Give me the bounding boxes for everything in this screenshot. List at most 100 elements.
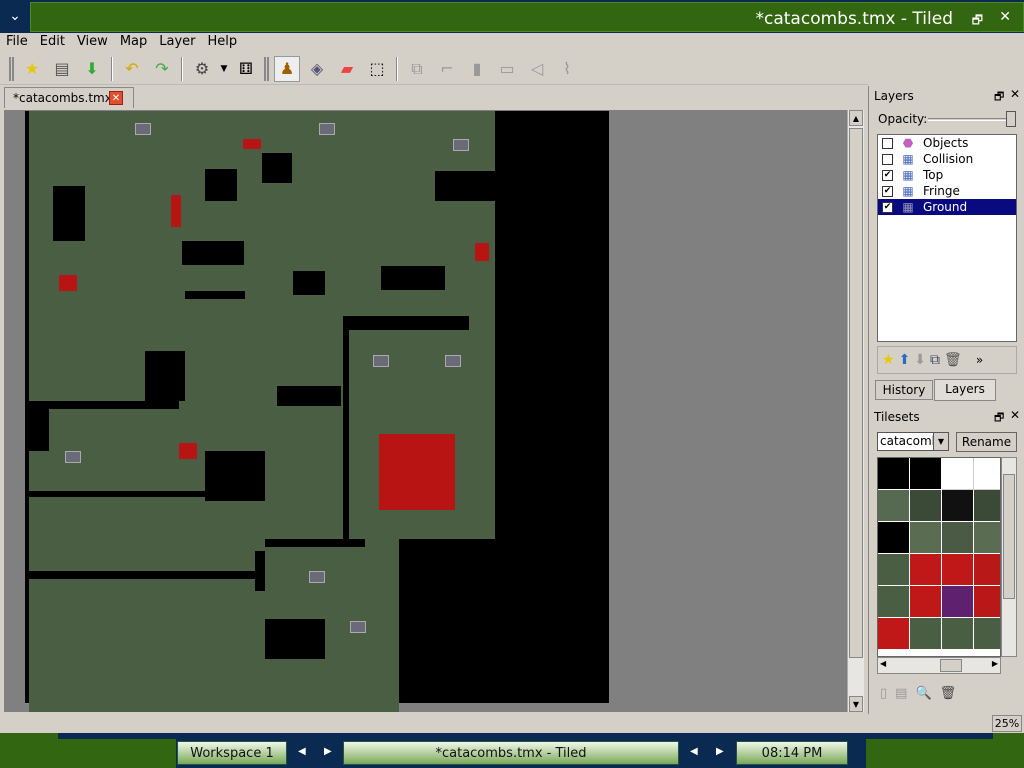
float-panel-icon[interactable]: 🗗 [994,409,1004,428]
restore-button[interactable]: 🗗 [972,11,983,32]
tab-history[interactable]: History [875,380,933,400]
tile[interactable] [974,458,1000,490]
tile[interactable] [974,586,1000,618]
tile[interactable] [942,586,974,618]
scroll-left-icon[interactable]: ◀ [880,659,886,668]
close-tab-icon[interactable]: ✕ [109,91,123,105]
open-icon[interactable]: ▤ [49,56,75,82]
tile[interactable] [878,554,910,586]
import-tileset-icon[interactable]: ▤ [895,686,907,701]
scroll-thumb[interactable] [940,659,962,672]
tile[interactable] [910,490,942,522]
tile[interactable] [910,586,942,618]
more-button[interactable]: » [976,353,983,367]
stamp-brush-icon[interactable]: ♟ [274,55,300,82]
eraser-icon[interactable]: ▰ [334,56,360,82]
tile[interactable] [942,458,974,490]
tile[interactable] [974,490,1000,522]
tileset-horizontal-scrollbar[interactable]: ◀ ▶ [877,657,1001,674]
tile[interactable] [910,618,942,650]
random-icon[interactable]: ⚅ [233,56,259,82]
layer-row-fringe[interactable]: ✔ ▦ Fringe [878,183,1016,199]
visibility-checkbox[interactable]: ✔ [882,201,893,213]
tile[interactable] [878,458,910,490]
chevron-down-icon[interactable]: ▼ [933,433,948,450]
visibility-checkbox[interactable]: ✔ [882,185,893,197]
tile[interactable] [878,618,910,650]
insert-polyline-icon[interactable]: ⌇ [554,56,580,82]
scroll-right-icon[interactable]: ▶ [992,659,998,668]
scroll-thumb[interactable] [1003,474,1015,599]
prev-task-icon[interactable]: ◀ [690,746,698,757]
commands-icon[interactable]: ⚙ [189,56,215,82]
menu-file[interactable]: File [6,33,34,53]
tile[interactable] [942,618,974,650]
opacity-slider-handle[interactable] [1006,111,1016,127]
document-tab[interactable]: *catacombs.tmx ✕ [4,87,134,108]
tile[interactable] [942,522,974,554]
new-icon[interactable]: ★ [19,56,45,82]
tile[interactable] [910,554,942,586]
select-objects-icon[interactable]: ⧉ [404,56,430,82]
tile[interactable] [910,522,942,554]
insert-rect-icon[interactable]: ▮ [464,56,490,82]
menu-layer[interactable]: Layer [159,33,201,53]
menu-map[interactable]: Map [120,33,153,53]
new-tileset-icon[interactable]: ▯ [880,686,887,701]
rect-select-icon[interactable]: ⬚ [364,56,390,82]
layer-row-ground[interactable]: ✔ ▦ Ground [878,199,1016,215]
raise-layer-icon[interactable]: ⬆ [899,352,911,368]
delete-tileset-icon[interactable]: 🗑 [940,686,957,701]
duplicate-layer-icon[interactable]: ⧉ [930,352,940,368]
menu-help[interactable]: Help [208,33,244,53]
prev-workspace-icon[interactable]: ◀ [298,746,306,757]
workspace-button[interactable]: Workspace 1 [177,741,287,765]
toolbar-grip[interactable] [264,56,269,81]
visibility-checkbox[interactable] [882,137,893,149]
insert-image-icon[interactable]: ▭ [494,56,520,82]
layer-row-top[interactable]: ✔ ▦ Top [878,167,1016,183]
map-vertical-scrollbar[interactable]: ▲ ▼ [847,110,864,712]
redo-icon[interactable]: ↷ [149,56,175,82]
tile[interactable] [974,522,1000,554]
menu-edit[interactable]: Edit [40,33,71,53]
bucket-fill-icon[interactable]: ◈ [304,56,330,82]
tab-layers[interactable]: Layers [934,379,996,401]
toolbar-grip[interactable] [9,56,14,81]
map-canvas[interactable] [4,110,847,712]
opacity-slider[interactable] [928,118,1016,121]
close-panel-icon[interactable]: ✕ [1010,87,1020,101]
tileset-properties-icon[interactable]: 🔍 [915,686,931,701]
tileset-view[interactable] [877,457,1001,657]
next-task-icon[interactable]: ▶ [716,746,724,757]
visibility-checkbox[interactable] [882,153,893,165]
add-layer-icon[interactable]: ★ [882,352,895,368]
tile[interactable] [910,458,942,490]
tileset-vertical-scrollbar[interactable] [1001,457,1017,657]
tile[interactable] [974,554,1000,586]
scroll-down-icon[interactable]: ▼ [849,696,863,712]
layer-row-objects[interactable]: ⬣ Objects [878,135,1016,151]
tile[interactable] [942,490,974,522]
edit-polygons-icon[interactable]: ⌐ [434,56,460,82]
close-panel-icon[interactable]: ✕ [1010,408,1020,422]
insert-polygon-icon[interactable]: ◁ [524,56,550,82]
rename-button[interactable]: Rename [956,432,1017,452]
visibility-checkbox[interactable]: ✔ [882,169,893,181]
tile[interactable] [878,522,910,554]
scroll-thumb[interactable] [849,128,863,658]
menu-view[interactable]: View [77,33,114,53]
tile-map[interactable] [25,111,609,712]
tile[interactable] [878,490,910,522]
save-icon[interactable]: ⬇ [79,56,105,82]
delete-layer-icon[interactable]: 🗑 [944,352,962,368]
close-window-button[interactable]: ✕ [999,9,1011,25]
tile[interactable] [878,586,910,618]
next-workspace-icon[interactable]: ▶ [324,746,332,757]
task-button[interactable]: *catacombs.tmx - Tiled [343,741,679,765]
lower-layer-icon[interactable]: ⬇ [914,352,926,368]
layer-row-collision[interactable]: ▦ Collision [878,151,1016,167]
scroll-up-icon[interactable]: ▲ [849,110,863,126]
window-menu-button[interactable]: ⌄ [0,0,30,33]
dropdown-arrow-icon[interactable]: ▼ [219,56,229,82]
